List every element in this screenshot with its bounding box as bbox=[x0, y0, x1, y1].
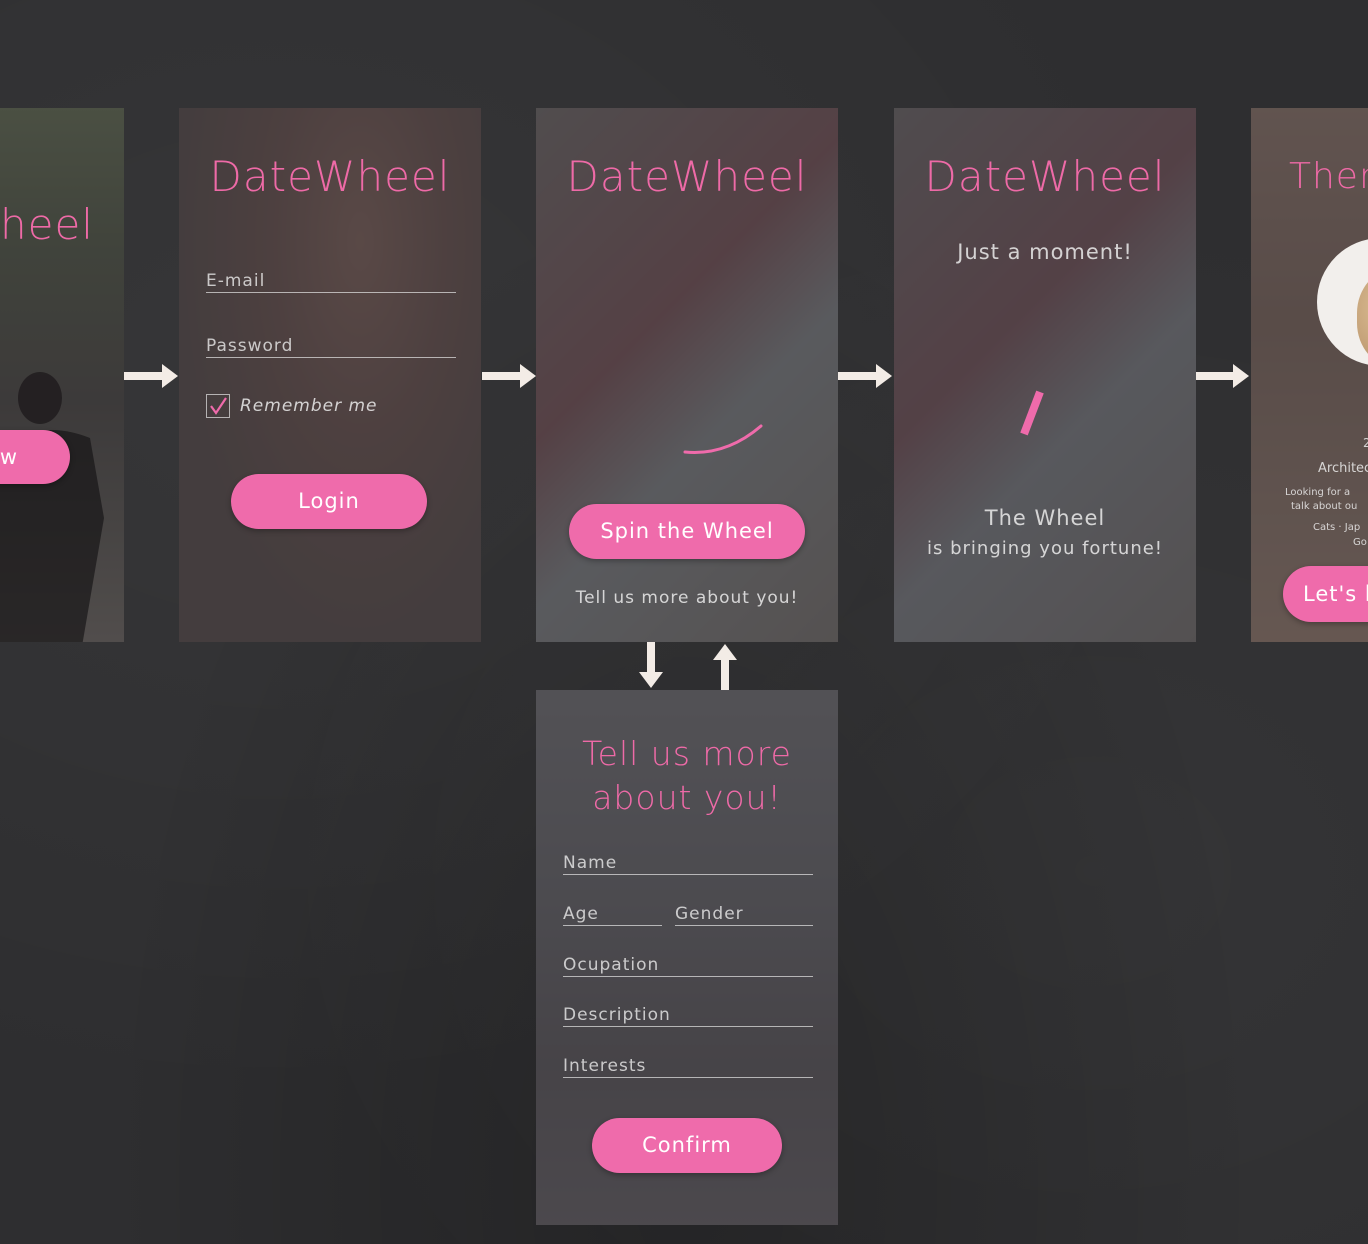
name-field[interactable]: Name bbox=[563, 853, 813, 875]
password-field[interactable]: Password bbox=[206, 336, 456, 358]
flow-arrow-right bbox=[838, 364, 892, 388]
app-logo: DateWheel bbox=[924, 152, 1166, 201]
app-logo: DateWheel bbox=[209, 152, 451, 201]
match-interests-line-1: Cats · Jap bbox=[1313, 522, 1361, 533]
flow-arrow-up bbox=[713, 644, 737, 690]
age-field[interactable]: Age bbox=[563, 904, 662, 926]
match-title-partial: There bbox=[1289, 156, 1368, 197]
spin-screen: DateWheel Spin the Wheel Tell us more ab… bbox=[536, 108, 838, 642]
checkmark-icon bbox=[210, 397, 227, 415]
loading-line-2: is bringing you fortune! bbox=[926, 538, 1164, 559]
tell-us-more-link[interactable]: Tell us more about you! bbox=[536, 588, 838, 608]
flow-arrow-down bbox=[639, 642, 663, 688]
profile-title-line-1: Tell us more bbox=[582, 734, 792, 773]
confirm-button[interactable]: Confirm bbox=[592, 1118, 782, 1173]
match-avatar bbox=[1317, 238, 1368, 366]
match-occupation: Architec bbox=[1318, 461, 1368, 476]
profile-title-line-2: about you! bbox=[592, 778, 782, 817]
logo-partial: heel bbox=[0, 200, 94, 249]
loading-line-1: The Wheel bbox=[984, 506, 1106, 530]
loading-subtitle: Just a moment! bbox=[957, 240, 1133, 264]
app-logo: DateWheel bbox=[566, 152, 808, 201]
match-description-line-2: talk about ou bbox=[1291, 501, 1358, 512]
spin-wheel-button[interactable]: Spin the Wheel bbox=[569, 504, 805, 559]
match-interests-line-2: Go bbox=[1353, 537, 1367, 548]
welcome-screen: heel w bbox=[0, 108, 124, 642]
flow-arrow-right bbox=[124, 364, 178, 388]
lets-talk-button-partial[interactable]: Let's h bbox=[1283, 566, 1368, 622]
login-button[interactable]: Login bbox=[231, 474, 427, 529]
description-field[interactable]: Description bbox=[563, 1005, 813, 1027]
remember-me-label: Remember me bbox=[240, 396, 378, 416]
flow-arrow-right bbox=[1195, 364, 1249, 388]
wheel-spinner-icon bbox=[1020, 390, 1044, 436]
match-age: 2 bbox=[1363, 436, 1368, 450]
loading-screen: DateWheel Just a moment! The Wheel is br… bbox=[894, 108, 1196, 642]
profile-form-screen: Tell us more about you! Name Age Gender … bbox=[536, 690, 838, 1225]
wheel-spinner-icon bbox=[683, 424, 763, 454]
match-description-line-1: Looking for a bbox=[1285, 487, 1351, 498]
remember-me-checkbox[interactable] bbox=[206, 394, 230, 418]
gender-field[interactable]: Gender bbox=[675, 904, 813, 926]
interests-field[interactable]: Interests bbox=[563, 1056, 813, 1078]
occupation-field[interactable]: Ocupation bbox=[563, 955, 813, 977]
flow-arrow-right bbox=[482, 364, 536, 388]
login-screen: DateWheel E-mail Password Remember me Lo… bbox=[179, 108, 481, 642]
primary-button-partial[interactable]: w bbox=[0, 430, 70, 484]
email-field[interactable]: E-mail bbox=[206, 271, 456, 293]
match-screen: There 2 Architec Looking for a talk abou… bbox=[1251, 108, 1368, 642]
